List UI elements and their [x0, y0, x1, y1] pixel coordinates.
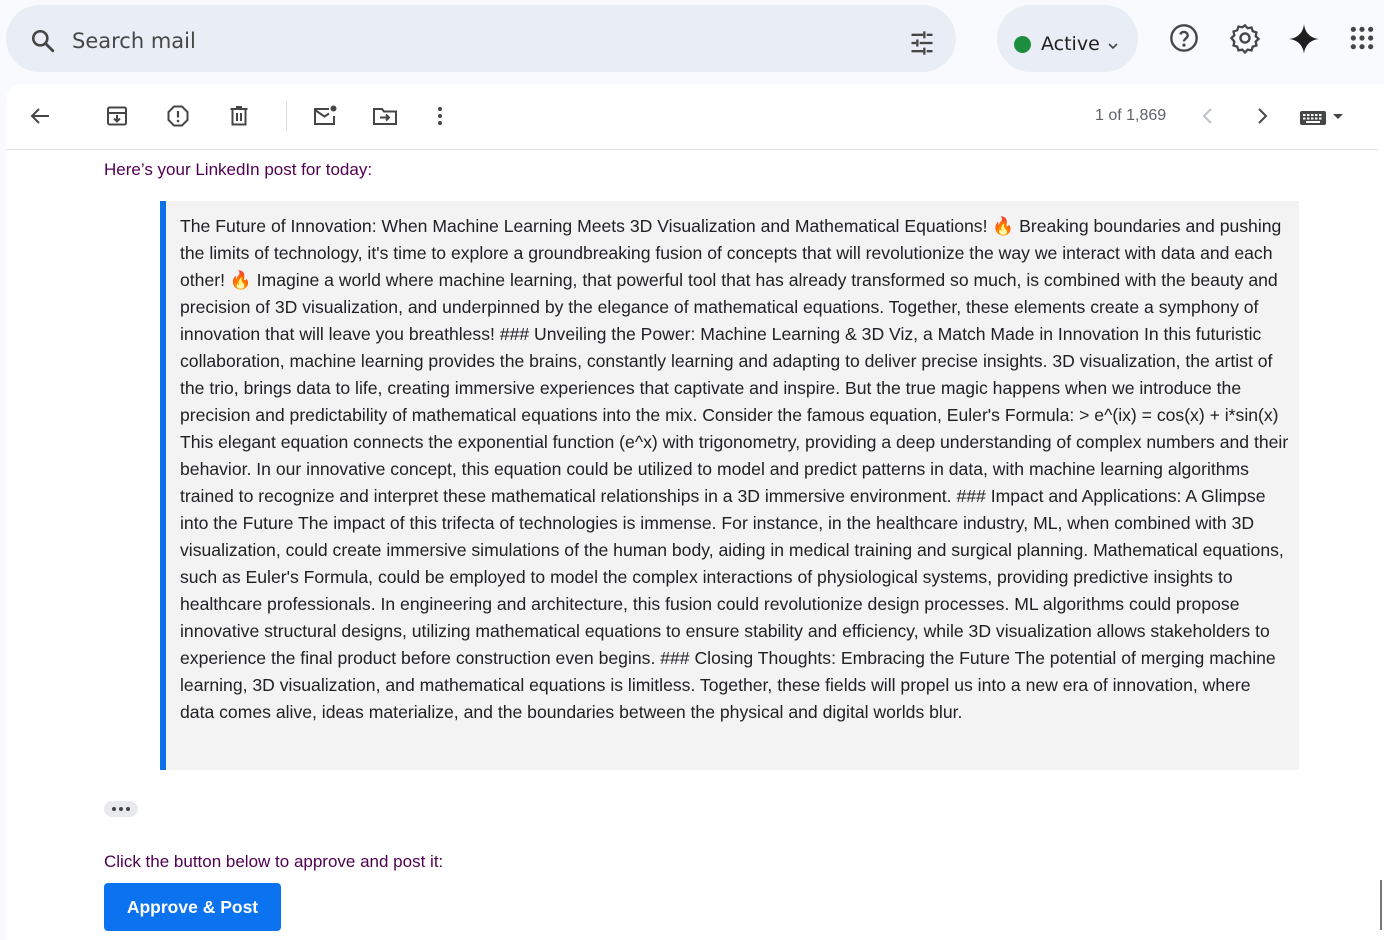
archive-icon[interactable] [105, 104, 129, 133]
search-bar[interactable]: Search mail [6, 5, 956, 72]
search-input[interactable]: Search mail [72, 29, 196, 53]
status-dot [1014, 36, 1031, 53]
chevron-left-icon[interactable] [1196, 104, 1220, 133]
approve-post-button[interactable]: Approve & Post [104, 883, 281, 931]
apps-icon[interactable] [1349, 25, 1375, 56]
chevron-right-icon[interactable] [1250, 104, 1274, 133]
show-trimmed-content-button[interactable] [104, 801, 138, 817]
status-selector[interactable]: Active [997, 5, 1138, 72]
keyboard-icon[interactable] [1299, 106, 1345, 133]
gemini-icon[interactable] [1287, 22, 1321, 61]
message-counter: 1 of 1,869 [1095, 107, 1167, 124]
message-toolbar: 1 of 1,869 [6, 84, 1378, 150]
tune-icon[interactable] [908, 29, 936, 62]
chevron-down-icon [1107, 38, 1119, 56]
cta-instruction: Click the button below to approve and po… [104, 852, 444, 871]
scrollbar[interactable] [1380, 880, 1382, 930]
help-icon[interactable] [1168, 22, 1200, 59]
status-label: Active [1041, 33, 1100, 55]
settings-icon[interactable] [1229, 22, 1261, 59]
report-spam-icon[interactable] [166, 104, 190, 133]
more-vert-icon[interactable] [428, 104, 452, 133]
move-to-icon[interactable] [372, 104, 398, 133]
linkedin-post-body: The Future of Innovation: When Machine L… [180, 216, 1289, 722]
delete-icon[interactable] [227, 104, 251, 133]
mark-unread-icon[interactable] [312, 104, 338, 133]
toolbar-divider [286, 102, 287, 130]
message-view: 1 of 1,869 Here’s your LinkedIn post for… [6, 84, 1384, 940]
back-arrow-icon[interactable] [28, 104, 52, 133]
linkedin-post-quote: The Future of Innovation: When Machine L… [160, 201, 1299, 770]
search-icon[interactable] [30, 28, 56, 59]
email-intro: Here’s your LinkedIn post for today: [104, 160, 373, 179]
